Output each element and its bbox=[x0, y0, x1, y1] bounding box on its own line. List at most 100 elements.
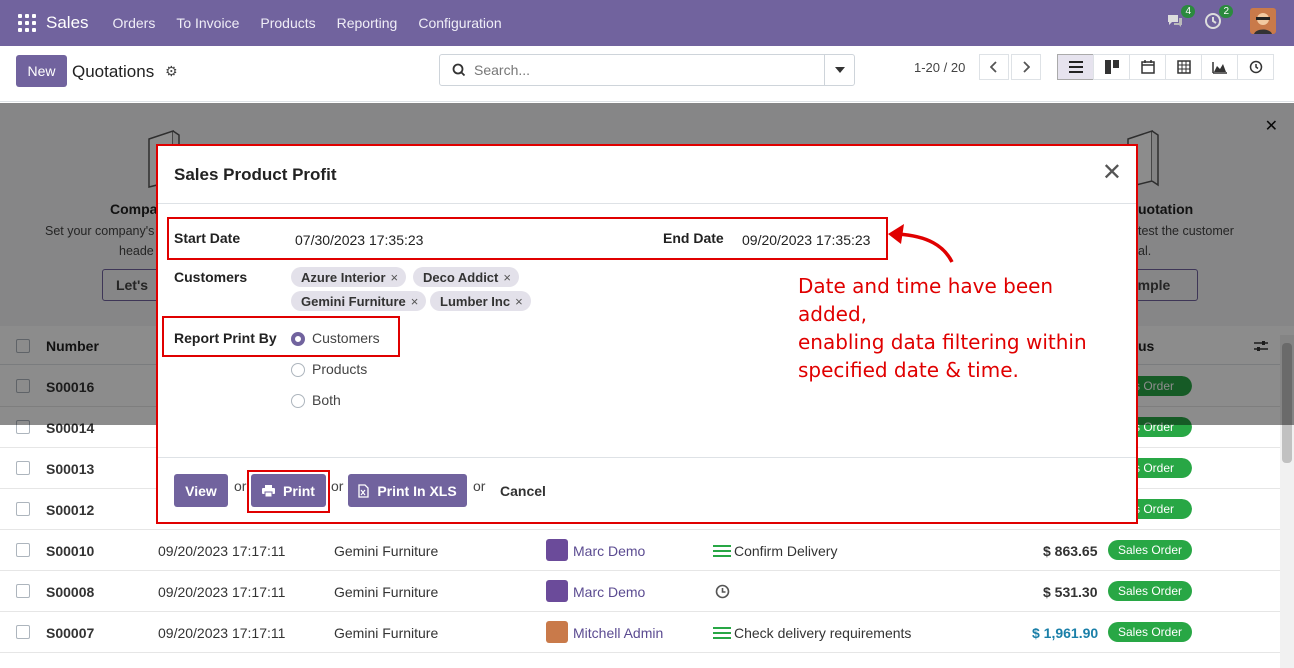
clock-icon bbox=[1249, 60, 1262, 74]
user-avatar[interactable] bbox=[1250, 8, 1276, 34]
activity-clock-icon[interactable]: 2 bbox=[1202, 5, 1233, 32]
start-date-field[interactable]: 07/30/2023 17:35:23 bbox=[295, 232, 423, 248]
chat-count-badge: 4 bbox=[1181, 5, 1195, 18]
radio-products-label[interactable]: Products bbox=[312, 361, 367, 377]
pager-previous-button[interactable] bbox=[979, 54, 1009, 80]
table-icon bbox=[1176, 60, 1191, 74]
avatar bbox=[546, 580, 568, 602]
status-badge: Sales Order bbox=[1108, 581, 1192, 601]
order-total: $ 863.65 bbox=[1043, 543, 1098, 559]
printer-icon bbox=[262, 484, 276, 497]
order-number: S00013 bbox=[46, 461, 95, 477]
list-icon bbox=[1068, 61, 1083, 73]
close-icon[interactable]: ✕ bbox=[1102, 161, 1122, 185]
activity-count-badge: 2 bbox=[1219, 5, 1233, 18]
kanban-view-button[interactable] bbox=[1093, 54, 1130, 80]
app-name[interactable]: Sales bbox=[46, 13, 89, 33]
row-checkbox[interactable] bbox=[16, 625, 30, 639]
graph-view-button[interactable] bbox=[1201, 54, 1238, 80]
print-button[interactable]: Print bbox=[251, 474, 326, 507]
table-row[interactable]: S00008 09/20/2023 17:17:11 Gemini Furnit… bbox=[0, 571, 1280, 612]
table-row[interactable]: S00007 09/20/2023 17:17:11 Gemini Furnit… bbox=[0, 612, 1280, 653]
order-customer: Gemini Furniture bbox=[334, 584, 439, 600]
calendar-view-button[interactable] bbox=[1129, 54, 1166, 80]
remove-tag-icon[interactable]: × bbox=[391, 270, 399, 285]
gear-icon[interactable]: ⚙ bbox=[165, 63, 178, 80]
activity-view-button[interactable] bbox=[1237, 54, 1274, 80]
print-xls-button[interactable]: Print In XLS bbox=[348, 474, 467, 507]
order-total: $ 531.30 bbox=[1043, 584, 1098, 600]
menu-products[interactable]: Products bbox=[260, 15, 315, 31]
menu-configuration[interactable]: Configuration bbox=[418, 15, 501, 31]
row-checkbox[interactable] bbox=[16, 502, 30, 516]
order-date: 09/20/2023 17:17:11 bbox=[158, 543, 286, 559]
sales-product-profit-dialog: Sales Product Profit ✕ Start Date 07/30/… bbox=[156, 144, 1138, 524]
customers-label: Customers bbox=[174, 269, 248, 285]
annotation-text: Date and time have been added, enabling … bbox=[798, 274, 1087, 382]
row-checkbox[interactable] bbox=[16, 584, 30, 598]
radio-both[interactable] bbox=[291, 394, 305, 408]
order-number: S00008 bbox=[46, 584, 95, 600]
or-text: or bbox=[331, 478, 344, 494]
salesperson-link[interactable]: Marc Demo bbox=[573, 584, 645, 600]
apps-grid-icon[interactable] bbox=[18, 14, 36, 32]
row-checkbox[interactable] bbox=[16, 461, 30, 475]
activity-summary: Confirm Delivery bbox=[734, 543, 838, 559]
page-title: Quotations bbox=[72, 62, 155, 81]
radio-customers-label[interactable]: Customers bbox=[312, 330, 380, 346]
pivot-view-button[interactable] bbox=[1165, 54, 1202, 80]
list-view-button[interactable] bbox=[1057, 54, 1094, 80]
chat-icon[interactable]: 4 bbox=[1164, 5, 1195, 32]
dialog-title: Sales Product Profit bbox=[174, 165, 337, 184]
report-print-by-label: Report Print By bbox=[174, 330, 277, 346]
truck-icon[interactable] bbox=[713, 544, 731, 558]
truck-icon[interactable] bbox=[713, 626, 731, 640]
new-button[interactable]: New bbox=[16, 55, 67, 87]
kanban-icon bbox=[1104, 60, 1119, 74]
search-input[interactable]: Search... bbox=[474, 62, 530, 78]
end-date-label: End Date bbox=[663, 230, 724, 246]
salesperson-link[interactable]: Mitchell Admin bbox=[573, 625, 663, 641]
remove-tag-icon[interactable]: × bbox=[503, 270, 511, 285]
table-row[interactable]: S00010 09/20/2023 17:17:11 Gemini Furnit… bbox=[0, 530, 1280, 571]
activity-summary: Check delivery requirements bbox=[734, 625, 912, 641]
radio-both-label[interactable]: Both bbox=[312, 392, 341, 408]
menu-orders[interactable]: Orders bbox=[113, 15, 156, 31]
menu-reporting[interactable]: Reporting bbox=[337, 15, 398, 31]
pager-value[interactable]: 1-20 / 20 bbox=[914, 60, 965, 75]
annotation-arrow-icon bbox=[888, 224, 954, 263]
remove-tag-icon[interactable]: × bbox=[515, 294, 523, 309]
avatar bbox=[546, 621, 568, 643]
pager-next-button[interactable] bbox=[1011, 54, 1041, 80]
order-customer: Gemini Furniture bbox=[334, 543, 439, 559]
chevron-left-icon bbox=[990, 61, 997, 73]
order-number: S00012 bbox=[46, 502, 95, 518]
end-date-field[interactable]: 09/20/2023 17:35:23 bbox=[742, 232, 870, 248]
remove-tag-icon[interactable]: × bbox=[411, 294, 419, 309]
order-customer: Gemini Furniture bbox=[334, 625, 439, 641]
calendar-icon bbox=[1140, 60, 1155, 74]
customer-tag: Deco Addict × bbox=[413, 267, 519, 287]
clock-icon[interactable] bbox=[715, 584, 730, 599]
salesperson-link[interactable]: Marc Demo bbox=[573, 543, 645, 559]
view-button[interactable]: View bbox=[174, 474, 228, 507]
divider bbox=[158, 203, 1136, 204]
search-options-toggle[interactable] bbox=[824, 55, 854, 85]
radio-products[interactable] bbox=[291, 363, 305, 377]
or-text: or bbox=[234, 478, 247, 494]
control-panel: New Quotations ⚙ Search... 1-20 / 20 bbox=[0, 46, 1294, 102]
order-date: 09/20/2023 17:17:11 bbox=[158, 625, 286, 641]
start-date-label: Start Date bbox=[174, 230, 241, 246]
status-badge: Sales Order bbox=[1108, 622, 1192, 642]
cancel-button[interactable]: Cancel bbox=[500, 483, 546, 499]
chevron-right-icon bbox=[1023, 61, 1030, 73]
caret-down-icon bbox=[834, 67, 845, 73]
radio-customers[interactable] bbox=[291, 332, 305, 346]
order-total: $ 1,961.90 bbox=[1032, 625, 1099, 641]
search-bar[interactable]: Search... bbox=[439, 54, 855, 86]
area-chart-icon bbox=[1212, 61, 1227, 74]
excel-file-icon bbox=[358, 483, 369, 498]
row-checkbox[interactable] bbox=[16, 543, 30, 557]
top-navbar: Sales Orders To Invoice Products Reporti… bbox=[0, 0, 1294, 46]
menu-to-invoice[interactable]: To Invoice bbox=[176, 15, 239, 31]
